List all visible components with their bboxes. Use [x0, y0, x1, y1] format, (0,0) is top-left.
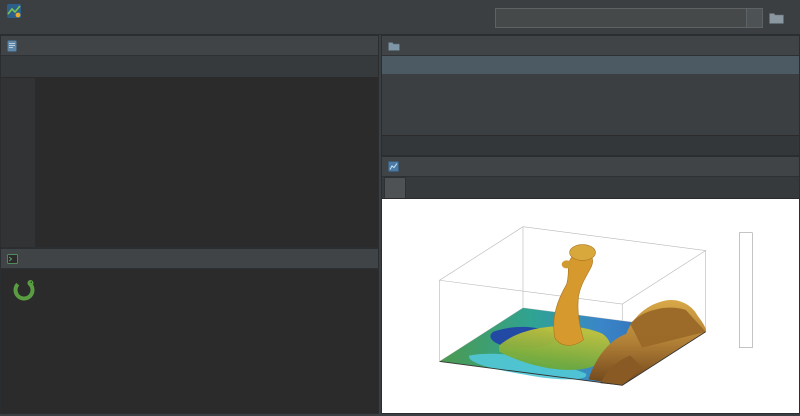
- figure-canvas[interactable]: [382, 199, 799, 413]
- combo-dropdown-arrow-icon[interactable]: [746, 9, 762, 27]
- console-panel-header: [1, 249, 378, 269]
- editor-panel: [0, 35, 379, 248]
- editor-icon: [7, 40, 17, 52]
- current-folder-combobox[interactable]: [495, 8, 763, 28]
- file-explorer-panel: [381, 35, 800, 156]
- jython-logo: [11, 277, 370, 303]
- browse-folder-button[interactable]: [769, 12, 784, 24]
- folder-icon: [388, 41, 400, 51]
- surface-plot: [382, 199, 799, 413]
- figures-panel: [381, 156, 800, 414]
- colorbar: [739, 233, 752, 348]
- explorer-tab-bar: [382, 135, 799, 155]
- app-icon: [6, 3, 22, 22]
- topbar: [0, 0, 800, 35]
- figure-tab-bar: [382, 177, 799, 199]
- console-panel: [0, 248, 379, 414]
- code-editor[interactable]: [1, 78, 378, 247]
- console-icon: [7, 254, 18, 264]
- figures-panel-header: [382, 157, 799, 177]
- figure-tab[interactable]: [384, 177, 406, 198]
- jython-snake-icon: [11, 277, 37, 303]
- file-explorer-panel-header: [382, 36, 799, 56]
- file-table-header: [382, 56, 799, 74]
- figures-icon: [388, 161, 399, 172]
- current-folder-group: [489, 8, 784, 28]
- editor-panel-header: [1, 36, 378, 56]
- editor-tab-bar: [1, 56, 378, 78]
- file-table: [382, 74, 799, 135]
- terrain-surface: [440, 245, 706, 386]
- console-area[interactable]: [1, 269, 378, 413]
